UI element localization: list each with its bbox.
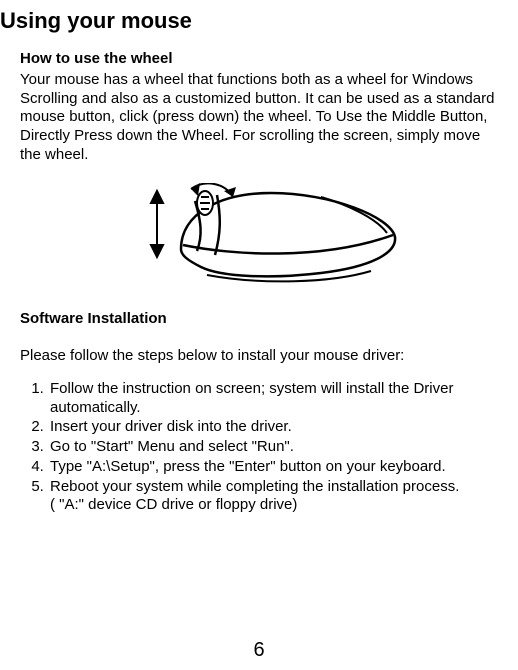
page-number: 6 bbox=[0, 639, 518, 662]
list-item: Type "A:\Setup", press the "Enter" butto… bbox=[48, 458, 502, 477]
step-text: Insert your driver disk into the driver. bbox=[50, 418, 292, 435]
section-heading-wheel: How to use the wheel bbox=[20, 50, 502, 69]
step-text: Type "A:\Setup", press the "Enter" butto… bbox=[50, 458, 446, 475]
step-text: Follow the instruction on screen; system… bbox=[50, 380, 453, 416]
section-heading-install: Software Installation bbox=[20, 310, 502, 329]
content-block: How to use the wheel Your mouse has a wh… bbox=[0, 50, 506, 515]
install-steps-list: Follow the instruction on screen; system… bbox=[28, 380, 502, 515]
step-note: ( "A:" device CD drive or floppy drive) bbox=[50, 496, 502, 515]
page-title: Using your mouse bbox=[0, 8, 506, 34]
paragraph-wheel: Your mouse has a wheel that functions bo… bbox=[20, 71, 502, 165]
step-text: Go to "Start" Menu and select "Run". bbox=[50, 438, 294, 455]
list-item: Reboot your system while completing the … bbox=[48, 478, 502, 516]
document-page: Using your mouse How to use the wheel Yo… bbox=[0, 0, 518, 670]
mouse-icon bbox=[121, 183, 401, 287]
step-text: Reboot your system while completing the … bbox=[50, 478, 459, 495]
list-item: Insert your driver disk into the driver. bbox=[48, 418, 502, 437]
install-intro: Please follow the steps below to install… bbox=[20, 347, 502, 366]
list-item: Go to "Start" Menu and select "Run". bbox=[48, 438, 502, 457]
mouse-illustration bbox=[20, 183, 502, 293]
list-item: Follow the instruction on screen; system… bbox=[48, 380, 502, 418]
